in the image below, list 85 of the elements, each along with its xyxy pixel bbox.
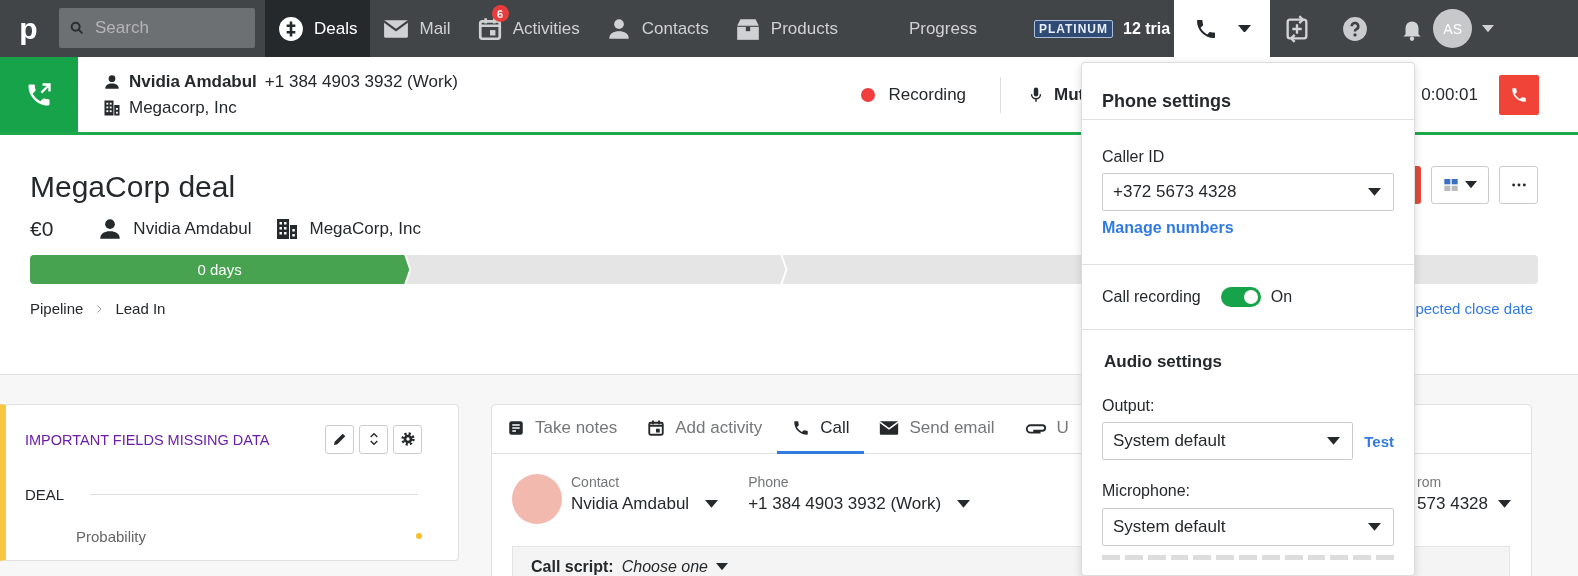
recording-dot-icon	[860, 87, 875, 102]
caret-icon	[1368, 523, 1381, 531]
caret-icon	[957, 500, 971, 508]
hang-up-button[interactable]	[1499, 74, 1539, 115]
caret-icon	[1482, 24, 1495, 33]
organization-link[interactable]: MegaCorp, Inc	[309, 219, 421, 239]
phone-dropdown[interactable]: +1 384 4903 3932 (Work)	[748, 494, 971, 514]
contact-name[interactable]: Nvidia Amdabul	[129, 71, 257, 92]
trial-text: 12 tria	[1123, 19, 1171, 38]
caret-icon	[1465, 181, 1477, 189]
help-icon	[1342, 15, 1369, 42]
phone-icon	[1510, 85, 1528, 104]
field-label: Output:	[1102, 397, 1155, 414]
phone-number: +1 384 4903 3932 (Work)	[264, 71, 458, 92]
breadcrumb-link[interactable]: Pipeline	[30, 300, 84, 317]
field-label: Caller ID	[1102, 148, 1166, 166]
company-name: Megacorp, Inc	[129, 97, 237, 118]
breadcrumb-item: Lead In	[115, 300, 166, 317]
deal-title: MegaCorp deal	[30, 169, 236, 204]
nav-tab[interactable]: 6 Activities	[463, 0, 593, 57]
field-label: Microphone:	[1102, 482, 1191, 499]
phone-icon	[792, 419, 811, 437]
nav-tab[interactable]: Contacts	[592, 0, 722, 57]
caret-icon	[716, 563, 728, 571]
building-icon	[275, 217, 300, 241]
phone-menu-button[interactable]	[1174, 0, 1271, 57]
section-title: Audio settings	[1104, 352, 1223, 371]
settings-icon	[399, 431, 416, 447]
pencil-icon	[331, 431, 348, 447]
script-dropdown[interactable]: Choose one	[621, 558, 708, 576]
nav-tab[interactable]: Products	[721, 0, 851, 57]
tab[interactable]: U	[1009, 405, 1084, 454]
settings-button[interactable]	[393, 424, 422, 454]
count-badge: 6	[491, 5, 509, 22]
field-label: Phone	[748, 474, 790, 490]
recording-toggle[interactable]	[1220, 287, 1261, 307]
section-label: DEAL	[25, 485, 65, 503]
field-label: rom	[1417, 474, 1443, 490]
close-date-link[interactable]: pected close date	[1415, 300, 1533, 317]
plan-badge: PLATINUM	[1033, 19, 1113, 38]
caret-icon	[1237, 24, 1251, 33]
notes-icon	[507, 419, 525, 437]
field-label: Contact	[571, 474, 621, 490]
microphone-select[interactable]: System default	[1102, 508, 1394, 546]
tab[interactable]: Take notes	[492, 405, 633, 454]
caller-id-select[interactable]: +372 5673 4328	[1102, 173, 1394, 211]
tab[interactable]: Call	[777, 405, 865, 454]
person-link[interactable]: Nvidia Amdabul	[133, 219, 252, 239]
edit-button[interactable]	[325, 424, 354, 454]
from-dropdown[interactable]: 573 4328	[1417, 494, 1511, 514]
calendar-icon	[647, 419, 666, 437]
contact-dropdown[interactable]: Nvidia Amdabul	[571, 494, 719, 514]
nav-tab[interactable]: Deals	[265, 0, 371, 57]
caret-icon	[705, 500, 719, 508]
tab[interactable]: Send email	[864, 405, 1010, 454]
expand-button[interactable]	[359, 424, 388, 454]
search-icon	[69, 20, 85, 36]
card-title: IMPORTANT FIELDS MISSING DATA	[25, 432, 271, 448]
field-label: Call recording	[1102, 288, 1201, 306]
grid-icon	[1443, 177, 1459, 193]
recording-label: Recording	[888, 84, 967, 105]
call-timer: 0:00:01	[1421, 84, 1478, 105]
nav-tab[interactable]: Mail	[370, 0, 464, 57]
manage-numbers-link[interactable]: Manage numbers	[1102, 219, 1234, 236]
coin-icon	[278, 15, 304, 42]
logo[interactable]: p	[0, 0, 57, 57]
toggle-state-label: On	[1270, 288, 1293, 306]
tab[interactable]: Add activity	[632, 405, 778, 454]
panel-title: Phone settings	[1102, 91, 1231, 111]
photo-placeholder	[512, 474, 562, 524]
caret-icon	[1498, 500, 1511, 508]
field-label: Probability	[76, 527, 147, 545]
building-icon	[103, 98, 121, 117]
person-icon	[103, 72, 121, 91]
script-label: Call script:	[531, 558, 614, 576]
caret-icon	[1327, 437, 1341, 445]
output-select[interactable]: System default	[1102, 422, 1354, 460]
nav-tab[interactable]: Progress	[850, 0, 1026, 57]
test-link[interactable]: Test	[1364, 432, 1394, 450]
deal-value: €0	[30, 217, 54, 241]
envelope-icon	[879, 418, 900, 438]
search-field[interactable]: Search	[59, 8, 255, 48]
caret-icon	[1368, 188, 1381, 196]
view-switcher-button[interactable]	[1431, 166, 1489, 204]
status-dot-icon	[416, 533, 422, 539]
